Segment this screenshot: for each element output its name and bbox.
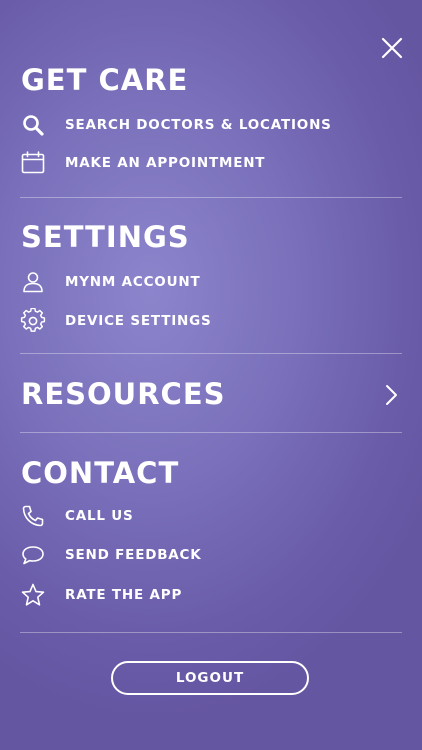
menu-item-label: RATE THE APP [65, 587, 183, 603]
menu-item-mynm-account[interactable]: MYNM ACCOUNT [20, 268, 200, 296]
section-title-resources: RESOURCES [21, 377, 226, 411]
calendar-icon [20, 150, 46, 176]
section-title-contact: CONTACT [21, 456, 180, 490]
logout-button[interactable]: LOGOUT [111, 661, 309, 695]
section-title-settings: SETTINGS [21, 220, 190, 254]
menu-item-device-settings[interactable]: DEVICE SETTINGS [20, 307, 212, 335]
user-icon [20, 269, 46, 295]
menu-item-send-feedback[interactable]: SEND FEEDBACK [20, 541, 202, 569]
search-icon [20, 112, 46, 138]
divider [20, 353, 402, 354]
divider [20, 432, 402, 433]
star-icon [20, 582, 46, 608]
chevron-right-icon [382, 383, 402, 407]
close-button[interactable] [379, 35, 405, 61]
close-icon [381, 37, 403, 59]
section-title-get-care: GET CARE [21, 63, 189, 97]
menu-item-search-doctors[interactable]: SEARCH DOCTORS & LOCATIONS [20, 111, 332, 139]
gear-icon [20, 308, 46, 334]
resources-row[interactable]: RESOURCES [0, 370, 422, 420]
divider [20, 197, 402, 198]
menu-item-call-us[interactable]: CALL US [20, 502, 134, 530]
chat-bubble-icon [20, 542, 46, 568]
menu-item-label: MYNM ACCOUNT [65, 274, 201, 290]
menu-item-label: MAKE AN APPOINTMENT [65, 155, 266, 171]
menu-item-label: DEVICE SETTINGS [65, 313, 212, 329]
divider [20, 632, 402, 633]
menu-item-label: CALL US [65, 508, 134, 524]
menu-item-label: SEARCH DOCTORS & LOCATIONS [65, 117, 332, 133]
menu-item-make-appointment[interactable]: MAKE AN APPOINTMENT [20, 149, 265, 177]
menu-item-label: SEND FEEDBACK [65, 547, 202, 563]
phone-icon [20, 503, 46, 529]
side-menu: GET CARE SEARCH DOCTORS & LOCATIONS MAKE… [0, 0, 422, 750]
menu-item-rate-the-app[interactable]: RATE THE APP [20, 581, 182, 609]
